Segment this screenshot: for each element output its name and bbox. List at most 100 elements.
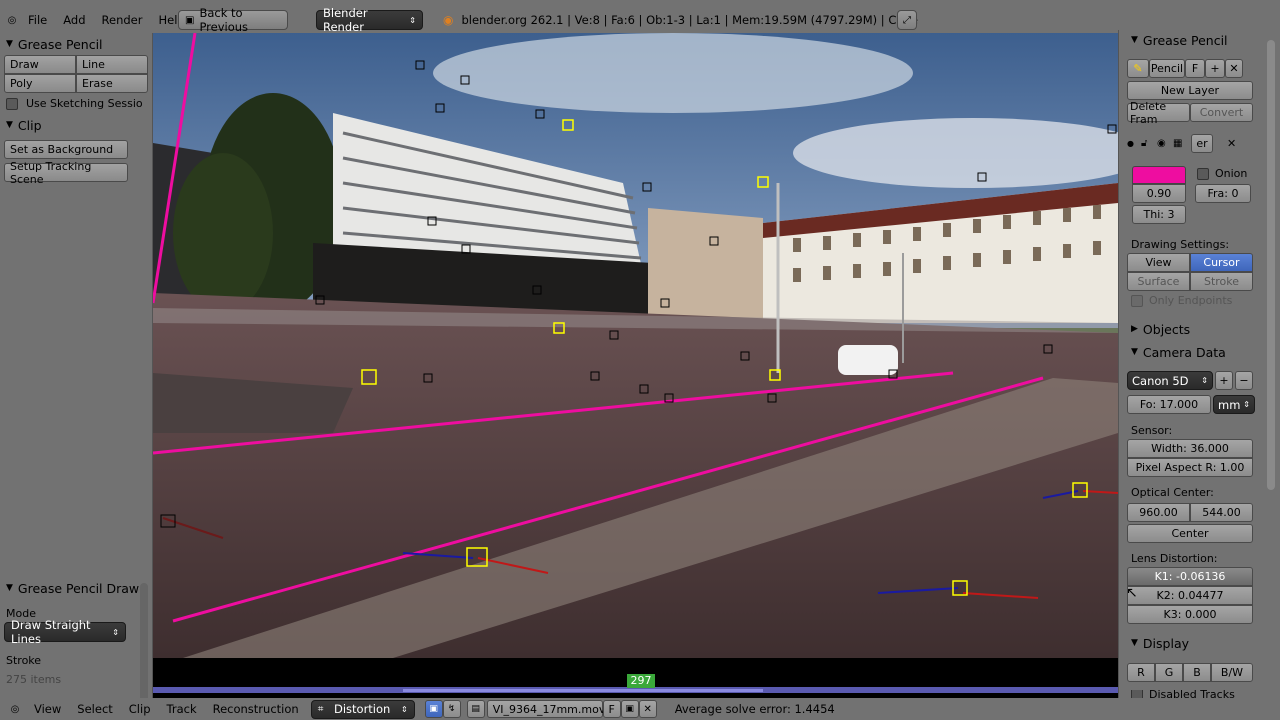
new-layer-button[interactable]: New Layer [1127, 81, 1253, 100]
menu-select[interactable]: Select [69, 702, 120, 716]
set-as-background-button[interactable]: Set as Background [4, 140, 128, 159]
draw-button[interactable]: Draw [4, 55, 76, 74]
eye-icon[interactable]: ◉ [1157, 138, 1173, 149]
fake-user-button[interactable]: F [1185, 59, 1205, 78]
color-swatch[interactable] [1132, 166, 1186, 184]
menu-clip[interactable]: Clip [121, 702, 159, 716]
collapse-triangle-icon: ▼ [6, 39, 13, 49]
panel-title: Display [1142, 635, 1189, 651]
blender-menu-icon[interactable]: ◎ [4, 15, 20, 26]
cursor-button[interactable]: Cursor [1190, 253, 1253, 272]
menu-view[interactable]: View [26, 702, 69, 716]
menu-track[interactable]: Track [159, 702, 205, 716]
display-panel-header[interactable]: ▼ Display [1119, 633, 1189, 653]
surface-button[interactable]: Surface [1127, 272, 1190, 291]
layer-name[interactable]: er [1191, 133, 1213, 153]
placement-view-row: View Cursor [1127, 253, 1253, 272]
setup-tracking-scene-button[interactable]: Setup Tracking Scene [4, 160, 128, 186]
only-endpoints-checkbox[interactable]: Only Endpoints [1131, 294, 1232, 307]
sync-icon[interactable]: ↯ [442, 700, 461, 718]
menu-reconstruction[interactable]: Reconstruction [205, 702, 307, 716]
close-icon[interactable]: ✕ [1225, 59, 1243, 78]
frame-timeline[interactable]: 297 [153, 658, 1118, 698]
new-layer-row: New Layer [1127, 81, 1272, 100]
green-channel-button[interactable]: G [1155, 663, 1183, 682]
lock-icon[interactable]: 🔓︎ [1141, 138, 1157, 149]
opacity-field[interactable]: 0.90 [1132, 184, 1186, 203]
use-sketching-checkbox[interactable]: Use Sketching Sessio [6, 97, 146, 110]
fullscreen-button[interactable]: ⤢ [897, 10, 917, 30]
render-engine-select[interactable]: Blender Render ⇕ [316, 6, 423, 34]
principal-x-field[interactable]: 960.00 [1127, 503, 1190, 522]
clip-name-field[interactable]: VI_9364_17mm.mov [486, 700, 605, 718]
items-count: 275 items [6, 673, 62, 686]
clip-panel-header[interactable]: ▼ Clip [0, 114, 152, 136]
editor-type-icon[interactable]: ◎ [4, 704, 26, 715]
scrollbar[interactable] [140, 583, 148, 703]
center-button[interactable]: Center [1127, 524, 1253, 543]
bw-button[interactable]: B/W [1211, 663, 1253, 682]
fake-user-button[interactable]: F [602, 700, 621, 718]
menu-render[interactable]: Render [94, 13, 151, 27]
poly-button[interactable]: Poly [4, 74, 76, 93]
disabled-tracks-checkbox[interactable]: Disabled Tracks [1131, 690, 1235, 698]
stroke-button[interactable]: Stroke [1190, 272, 1253, 291]
camera-data-panel-header[interactable]: ▼ Camera Data [1119, 342, 1226, 362]
grease-pencil-panel-header[interactable]: ▼ Grease Pencil [0, 33, 152, 55]
open-clip-icon[interactable]: ▣ [620, 700, 639, 718]
cached-frames [403, 689, 763, 692]
onion-frames-field[interactable]: Fra: 0 [1195, 184, 1251, 203]
view-button[interactable]: View [1127, 253, 1190, 272]
unlink-clip-icon[interactable]: ✕ [638, 700, 657, 718]
remove-preset-icon[interactable]: − [1235, 371, 1253, 390]
k3-field[interactable]: K3: 0.000 [1127, 605, 1253, 624]
onion-checkbox[interactable]: Onion [1197, 167, 1247, 180]
sensor-width-field[interactable]: Width: 36.000 [1127, 439, 1253, 458]
render-engine-label: Blender Render [323, 6, 368, 34]
updown-icon: ⇕ [409, 15, 416, 25]
mouse-cursor-icon: ↖ [1126, 585, 1138, 601]
menu-add[interactable]: Add [55, 13, 93, 27]
view-mode-select[interactable]: ⌗ Distortion ⇕ [310, 699, 415, 719]
clip-viewport[interactable] [153, 33, 1118, 658]
units-select[interactable]: mm ⇕ [1213, 395, 1255, 414]
mode-select[interactable]: Draw Straight Lines ⇕ [4, 618, 126, 646]
delete-frame-button[interactable]: Delete Fram [1127, 100, 1190, 126]
lock-selection-icon[interactable]: ▣ [424, 700, 443, 718]
line-button[interactable]: Line [76, 55, 148, 74]
gp-draw-panel-header[interactable]: ▼ Grease Pencil Draw [0, 577, 153, 599]
clip-browse-icon[interactable]: ▤ [466, 700, 485, 718]
objects-panel-header[interactable]: ▶ Objects [1119, 319, 1190, 339]
convert-button[interactable]: Convert [1190, 103, 1253, 122]
scene-stats: blender.org 262.1 | Ve:8 | Fa:6 | Ob:1-3… [461, 13, 919, 27]
add-icon[interactable]: + [1205, 59, 1225, 78]
placement-surface-row: Surface Stroke [1127, 272, 1253, 291]
layer-active-icon[interactable]: ● [1127, 139, 1141, 148]
scrollbar[interactable] [1267, 40, 1275, 490]
channels-row: R G B B/W [1127, 663, 1253, 682]
panel-title: Grease Pencil [1142, 32, 1228, 48]
back-to-previous-button[interactable]: ▣ Back to Previous [178, 6, 288, 34]
pencil-icon[interactable]: ✎ [1127, 59, 1149, 78]
focal-length-field[interactable]: Fo: 17.000 [1127, 395, 1211, 414]
gp-panel-header[interactable]: ▼ Grease Pencil [1119, 30, 1280, 50]
add-preset-icon[interactable]: + [1215, 371, 1233, 390]
k2-field[interactable]: K2: 0.04477 [1127, 586, 1253, 605]
k1-field[interactable]: K1: -0.06136 [1127, 567, 1253, 586]
pixel-aspect-field[interactable]: Pixel Aspect R: 1.00 [1127, 458, 1253, 477]
current-frame[interactable]: 297 [627, 674, 655, 688]
blue-channel-button[interactable]: B [1183, 663, 1211, 682]
thickness-field[interactable]: Thi: 3 [1132, 205, 1186, 224]
menu-file[interactable]: File [20, 13, 55, 27]
collapse-triangle-icon: ▼ [1131, 35, 1138, 45]
remove-layer-icon[interactable]: ✕ [1227, 137, 1236, 150]
drawing-settings-label: Drawing Settings: [1131, 238, 1230, 251]
red-channel-button[interactable]: R [1127, 663, 1155, 682]
camera-preset-select[interactable]: Canon 5D ⇕ [1127, 371, 1213, 390]
panel-title: Objects [1142, 321, 1191, 337]
units-value: mm [1218, 397, 1241, 412]
erase-button[interactable]: Erase [76, 74, 148, 93]
pencil-datablock[interactable]: Pencil [1149, 59, 1185, 78]
layer-icon[interactable]: ▦ [1173, 138, 1191, 149]
principal-y-field[interactable]: 544.00 [1190, 503, 1253, 522]
